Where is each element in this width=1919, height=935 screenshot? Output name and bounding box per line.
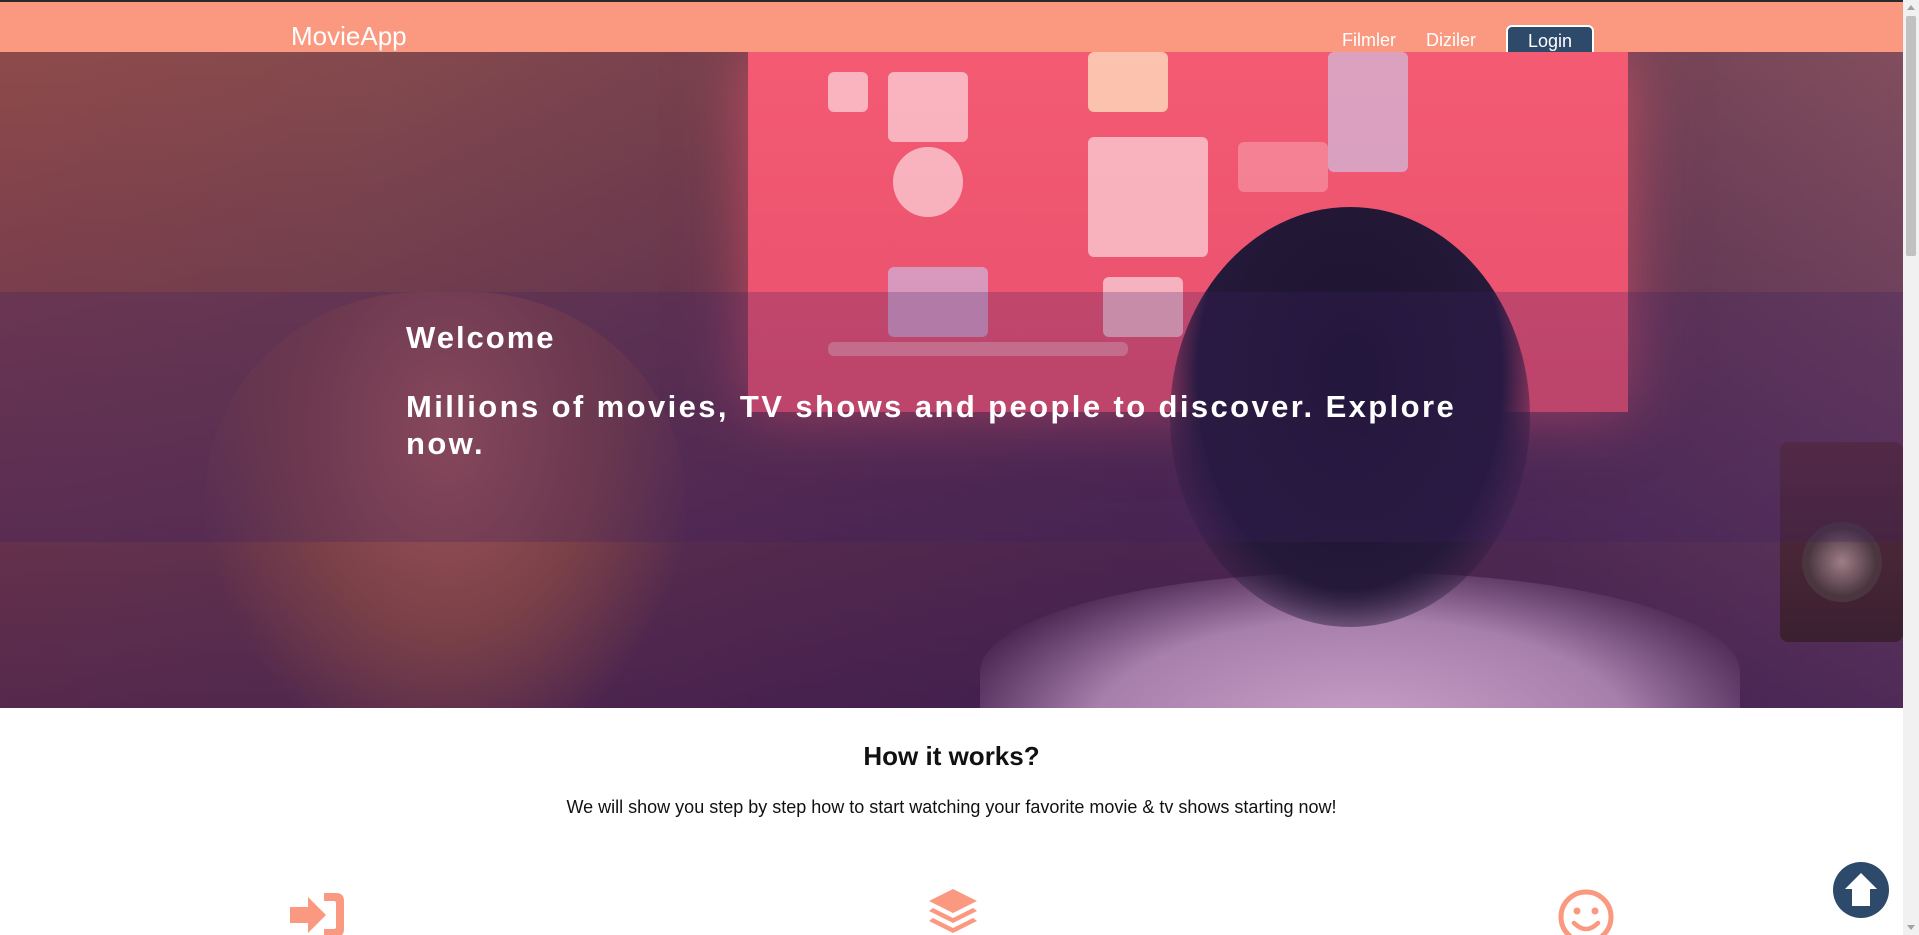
hero-tagline: Millions of movies, TV shows and people … <box>406 389 1457 461</box>
page-scrollbar[interactable] <box>1903 0 1919 935</box>
scroll-down-arrow-icon[interactable] <box>1907 925 1915 930</box>
nav-link-filmler[interactable]: Filmler <box>1342 30 1396 51</box>
how-it-works-description: We will show you step by step how to sta… <box>566 797 1337 817</box>
hero-banner <box>0 52 1903 708</box>
arrow-up-circle-icon <box>1845 873 1877 906</box>
nav-link-diziler[interactable]: Diziler <box>1426 30 1476 51</box>
scrollbar-thumb[interactable] <box>1906 16 1916 256</box>
how-it-works-title: How it works? <box>863 741 1040 771</box>
brand-logo[interactable]: MovieApp <box>291 21 407 52</box>
smile-icon <box>1556 885 1616 935</box>
scroll-to-top-button[interactable] <box>1833 862 1889 918</box>
hero-welcome-heading: Welcome <box>406 320 556 355</box>
layers-icon <box>923 885 983 935</box>
sign-in-icon <box>288 885 348 935</box>
scroll-up-arrow-icon[interactable] <box>1907 5 1915 10</box>
navbar: MovieApp Filmler Diziler Login <box>0 0 1903 58</box>
